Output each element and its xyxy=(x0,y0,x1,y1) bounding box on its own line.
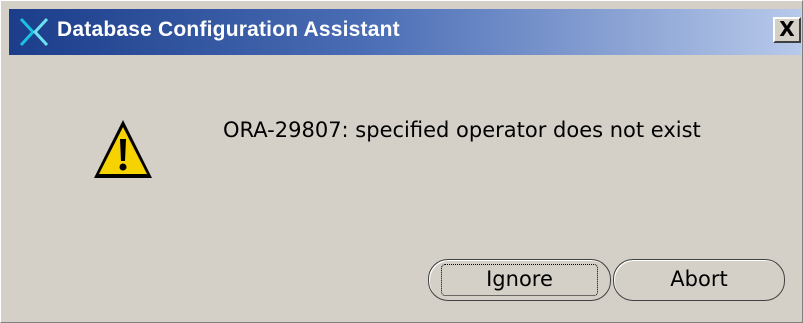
error-message: ORA-29807: specified operator does not e… xyxy=(223,118,701,142)
oracle-x-icon xyxy=(19,17,49,47)
ignore-button-label: Ignore xyxy=(486,267,553,291)
close-button[interactable]: X xyxy=(773,17,801,43)
window-title: Database Configuration Assistant xyxy=(57,18,400,41)
ignore-button[interactable]: Ignore xyxy=(428,259,611,301)
abort-button-label: Abort xyxy=(670,267,728,291)
warning-icon xyxy=(91,117,155,183)
dialog-window: Database Configuration Assistant X ORA-2… xyxy=(0,0,803,323)
close-icon: X xyxy=(779,17,795,41)
abort-button[interactable]: Abort xyxy=(613,259,785,301)
title-bar[interactable]: Database Configuration Assistant X xyxy=(9,9,801,55)
